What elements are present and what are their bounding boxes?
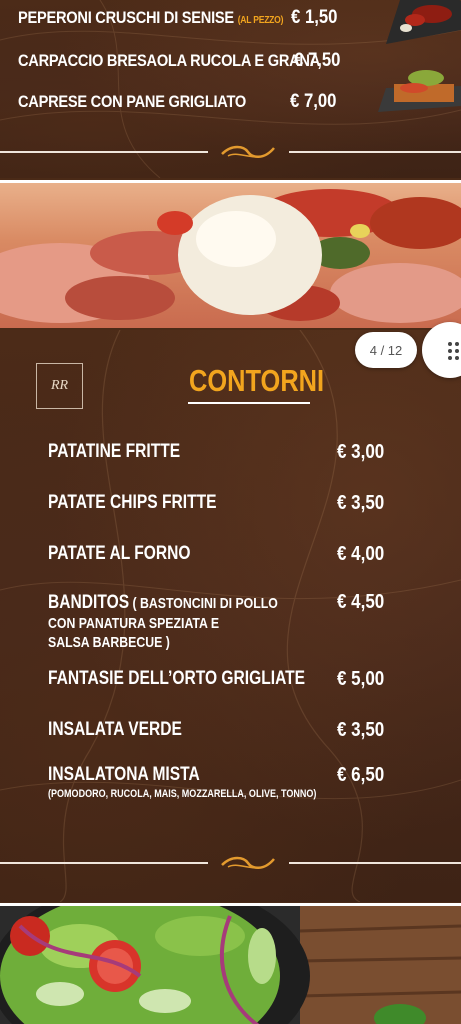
item-name: CARPACCIO BRESAOLA RUCOLA E GRANA [18, 51, 321, 70]
menu-item-price: € 3,50 [337, 492, 385, 514]
menu-item-caprese: CAPRESE CON PANE GRIGLIATO [18, 92, 246, 112]
peperoni-dish-image [386, 0, 461, 44]
section-title: CONTORNI [189, 363, 325, 398]
cured-meats-photo [0, 180, 461, 328]
dot-icon [455, 356, 459, 360]
menu-item-ingredients: (POMODORO, RUCOLA, MAIS, MOZZARELLA, OLI… [48, 788, 317, 800]
menu-item-price: € 6,50 [337, 764, 385, 786]
restaurant-logo: RR [36, 363, 83, 409]
salad-photo [0, 903, 461, 1024]
item-description: SALSA BARBECUE ) [48, 634, 170, 651]
menu-item-name-banditos: BANDITOS ( BASTONCINI DI POLLO CON PANAT… [48, 593, 278, 652]
antipasti-panel: PEPERONI CRUSCHI DI SENISE (AL PEZZO) € … [0, 0, 461, 178]
salad-illustration [0, 906, 461, 1024]
item-name: CAPRESE CON PANE GRIGLIATO [18, 92, 247, 111]
menu-item-price: € 3,50 [337, 719, 385, 741]
menu-item-name: INSALATONA MISTA [48, 764, 200, 785]
item-name-main: BANDITOS [48, 592, 130, 613]
menu-item-name: INSALATA VERDE [48, 719, 182, 740]
dot-icon [448, 342, 452, 346]
menu-item-price: € 4,00 [337, 543, 385, 565]
dot-icon [448, 349, 452, 353]
item-price: € 1,50 [291, 7, 338, 28]
menu-item-name: PATATE AL FORNO [48, 543, 191, 564]
title-underline [188, 402, 310, 404]
menu-item-name: FANTASIE DELL’ORTO GRIGLIATE [48, 668, 306, 689]
dot-icon [448, 356, 452, 360]
flourish-icon [221, 145, 275, 158]
item-price: € 7,50 [294, 50, 341, 71]
item-name: PEPERONI CRUSCHI DI SENISE [18, 8, 234, 27]
ornament-divider [0, 142, 461, 162]
menu-item-peperoni: PEPERONI CRUSCHI DI SENISE (AL PEZZO) [18, 8, 283, 28]
menu-item-carpaccio: CARPACCIO BRESAOLA RUCOLA E GRANA [18, 51, 320, 71]
menu-item-name: PATATE CHIPS FRITTE [48, 492, 217, 513]
page-indicator: 4 / 12 [355, 332, 417, 368]
menu-item-price: € 3,00 [337, 441, 385, 463]
item-description: ( BASTONCINI DI POLLO [129, 595, 278, 612]
item-note: (AL PEZZO) [237, 15, 284, 26]
dot-icon [455, 349, 459, 353]
item-description: CON PANATURA SPEZIATA E [48, 615, 220, 632]
menu-item-price: € 4,50 [337, 591, 385, 613]
menu-item-name: PATATINE FRITTE [48, 441, 181, 462]
item-price: € 7,00 [290, 91, 337, 112]
flourish-icon [221, 856, 275, 869]
logo-text: RR [50, 378, 69, 393]
menu-item-price: € 5,00 [337, 668, 385, 690]
caprese-dish-image [378, 70, 461, 112]
dot-icon [455, 342, 459, 346]
meats-illustration [0, 189, 461, 323]
ornament-divider [0, 853, 461, 873]
